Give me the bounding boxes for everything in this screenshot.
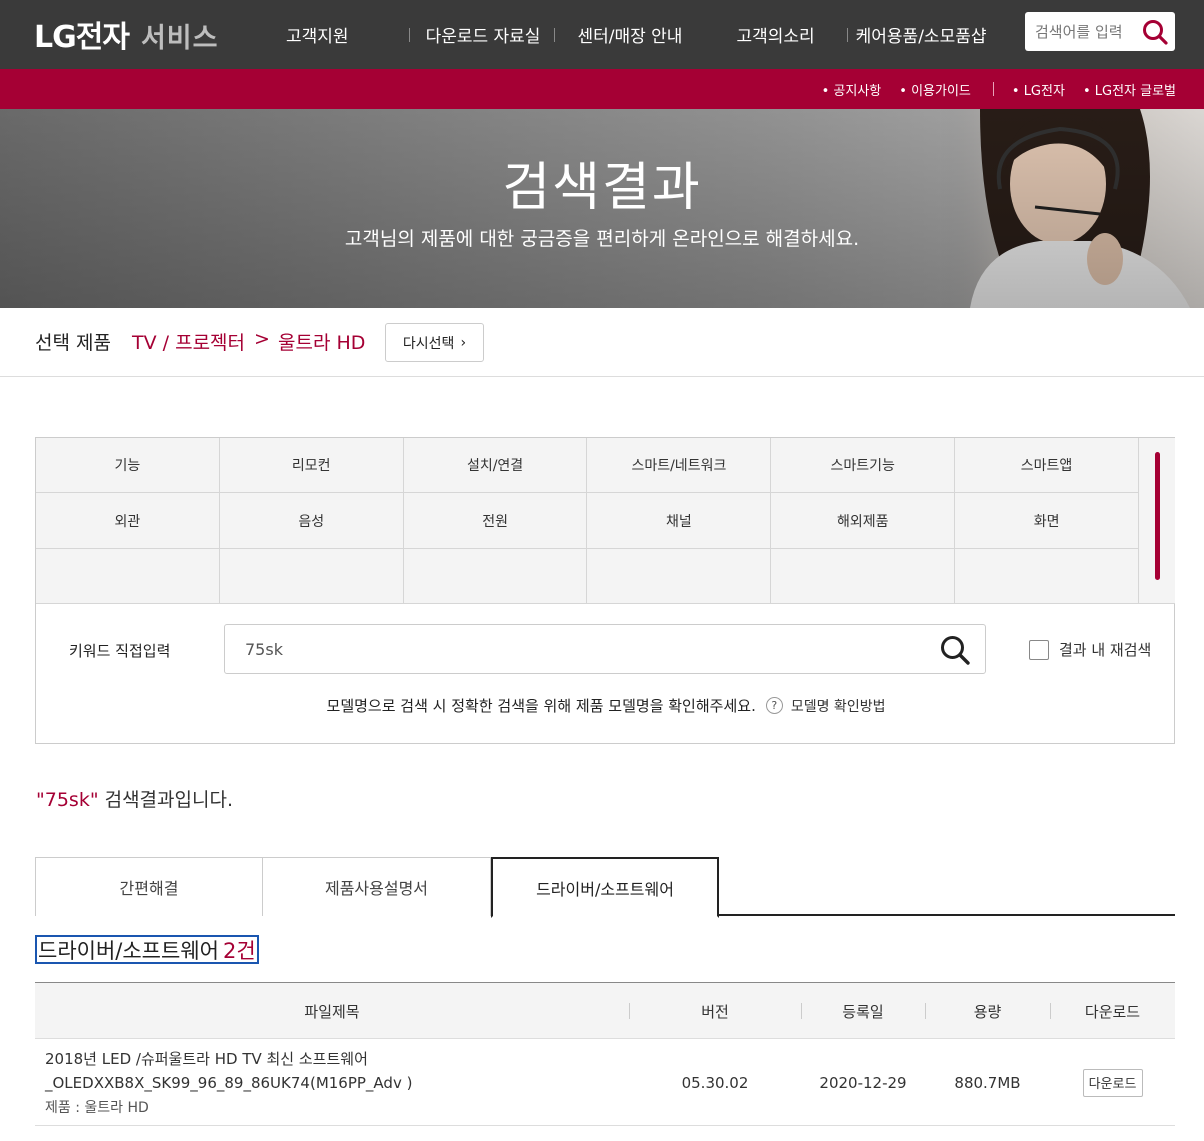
category-grid: 기능 리모컨 설치/연결 스마트/네트워크 스마트기능 스마트앱 외관 음성 전… (36, 438, 1139, 604)
lg-service-logo[interactable]: LG전자 서비스 (34, 12, 218, 56)
result-suffix: 검색결과입니다. (98, 789, 234, 811)
col-file-title: 파일제목 (304, 1002, 360, 1021)
category-item-empty (219, 549, 404, 604)
result-keyword: "75sk" (36, 789, 99, 811)
category-item-empty (771, 549, 956, 604)
util-divider (992, 82, 994, 96)
chevron-right-icon: > (254, 328, 270, 350)
question-icon[interactable]: ? (765, 697, 783, 714)
util-lg[interactable]: LG전자 (1012, 80, 1065, 99)
result-message: "75sk" 검색결과입니다. (36, 785, 233, 812)
main-nav: 고객지원 다운로드 자료실 센터/매장 안내 고객의소리 케어용품/소모품샵 (260, 0, 987, 69)
category-item-empty (403, 549, 588, 604)
selected-product-label: 선택 제품 (35, 332, 111, 354)
model-check-link[interactable]: 모델명 확인방법 (791, 696, 886, 716)
nav-customer-support[interactable]: 고객지원 (260, 22, 409, 47)
col-date: 등록일 (842, 1002, 884, 1021)
keyword-search-box (224, 624, 986, 674)
reselect-label: 다시선택 (402, 335, 455, 352)
selected-subcategory: 울트라 HD (278, 332, 366, 354)
tab-manuals[interactable]: 제품사용설명서 (262, 857, 491, 916)
col-version: 버전 (701, 1002, 729, 1021)
category-item[interactable]: 스마트앱 (955, 438, 1139, 493)
result-count: 2건 (222, 938, 256, 963)
download-table: 파일제목 버전 등록일 용량 다운로드 2018년 LED /슈퍼울트라 HD … (35, 982, 1175, 1126)
file-product: 제품 : 울트라 HD (45, 1100, 149, 1116)
download-cell: 다운로드 (1050, 1039, 1175, 1126)
download-button[interactable]: 다운로드 (1082, 1068, 1143, 1097)
category-item[interactable]: 채널 (587, 493, 772, 549)
table-header: 파일제목 버전 등록일 용량 다운로드 (35, 982, 1175, 1039)
top-header: LG전자 서비스 고객지원 다운로드 자료실 센터/매장 안내 고객의소리 케어… (0, 0, 1204, 69)
file-size: 880.7MB (954, 1073, 1021, 1092)
category-item[interactable]: 기능 (36, 438, 220, 493)
chevron-right-icon: › (460, 334, 467, 351)
col-size: 용량 (973, 1002, 1002, 1021)
reselect-button[interactable]: 다시선택 › (385, 323, 484, 362)
keyword-label: 키워드 직접입력 (69, 642, 171, 660)
page-title: 검색결과 (502, 158, 702, 218)
category-item-empty (955, 549, 1139, 604)
category-item[interactable]: 외관 (36, 493, 220, 549)
logo-sub: 서비스 (140, 23, 219, 54)
category-item[interactable]: 설치/연결 (403, 438, 588, 493)
search-filter-panel: 기능 리모컨 설치/연결 스마트/네트워크 스마트기능 스마트앱 외관 음성 전… (35, 437, 1175, 744)
search-icon[interactable] (939, 634, 971, 666)
keyword-input[interactable] (225, 625, 915, 673)
header-search (1025, 12, 1175, 51)
file-date: 2020-12-29 (819, 1073, 907, 1092)
nav-downloads[interactable]: 다운로드 자료실 (410, 22, 555, 47)
hero-banner: 검색결과 고객님의 제품에 대한 궁금증을 편리하게 온라인으로 해결하세요. (0, 109, 1204, 308)
selected-category: TV / 프로젝터 (132, 332, 246, 354)
section-title-text: 드라이버/소프트웨어 (38, 938, 219, 963)
util-lg-global[interactable]: LG전자 글로벌 (1083, 80, 1176, 99)
model-hint-text: 모델명으로 검색 시 정확한 검색을 위해 제품 모델명을 확인해주세요. (326, 697, 756, 715)
file-version: 05.30.02 (681, 1073, 749, 1092)
utility-bar: 공지사항 이용가이드 LG전자 LG전자 글로벌 (0, 69, 1204, 109)
search-within-label: 결과 내 재검색 (1059, 641, 1152, 659)
nav-care-shop[interactable]: 케어용품/소모품샵 (848, 22, 987, 47)
category-item-empty (36, 549, 220, 604)
category-item[interactable]: 스마트기능 (771, 438, 956, 493)
header-search-input[interactable] (1025, 12, 1145, 51)
category-item[interactable]: 스마트/네트워크 (587, 438, 772, 493)
logo-main: LG전자 (34, 20, 130, 55)
selected-product-bar: 선택 제품 TV / 프로젝터 > 울트라 HD 다시선택 › (0, 308, 1204, 377)
section-title: 드라이버/소프트웨어 2건 (35, 935, 259, 964)
search-within-checkbox[interactable] (1029, 639, 1049, 660)
file-title-link[interactable]: 2018년 LED /슈퍼울트라 HD TV 최신 소프트웨어_OLEDXXB8… (45, 1047, 625, 1095)
tab-drivers-software[interactable]: 드라이버/소프트웨어 (491, 857, 719, 918)
page-subtitle: 고객님의 제품에 대한 궁금증을 편리하게 온라인으로 해결하세요. (344, 228, 860, 250)
scrollbar-thumb[interactable] (1155, 452, 1160, 580)
nav-voice-of-customer[interactable]: 고객의소리 (736, 22, 846, 47)
search-within-results[interactable]: 결과 내 재검색 (1029, 639, 1151, 660)
search-icon[interactable] (1141, 18, 1169, 46)
category-item[interactable]: 전원 (403, 493, 588, 549)
nav-center-store[interactable]: 센터/매장 안내 (555, 22, 736, 47)
category-item-empty (587, 549, 772, 604)
tab-quick-solution[interactable]: 간편해결 (35, 857, 263, 916)
category-item[interactable]: 리모컨 (219, 438, 404, 493)
category-item[interactable]: 화면 (955, 493, 1139, 549)
category-scrollbar[interactable] (1139, 438, 1175, 604)
util-guide[interactable]: 이용가이드 (899, 80, 971, 99)
model-hint: 모델명으로 검색 시 정확한 검색을 위해 제품 모델명을 확인해주세요. ? … (36, 695, 1176, 716)
result-tabs: 간편해결 제품사용설명서 드라이버/소프트웨어 (35, 857, 1175, 918)
util-notice[interactable]: 공지사항 (822, 80, 881, 99)
table-row: 2018년 LED /슈퍼울트라 HD TV 최신 소프트웨어_OLEDXXB8… (35, 1039, 1175, 1126)
col-download: 다운로드 (1084, 1002, 1141, 1021)
category-item[interactable]: 음성 (219, 493, 404, 549)
category-item[interactable]: 해외제품 (771, 493, 956, 549)
